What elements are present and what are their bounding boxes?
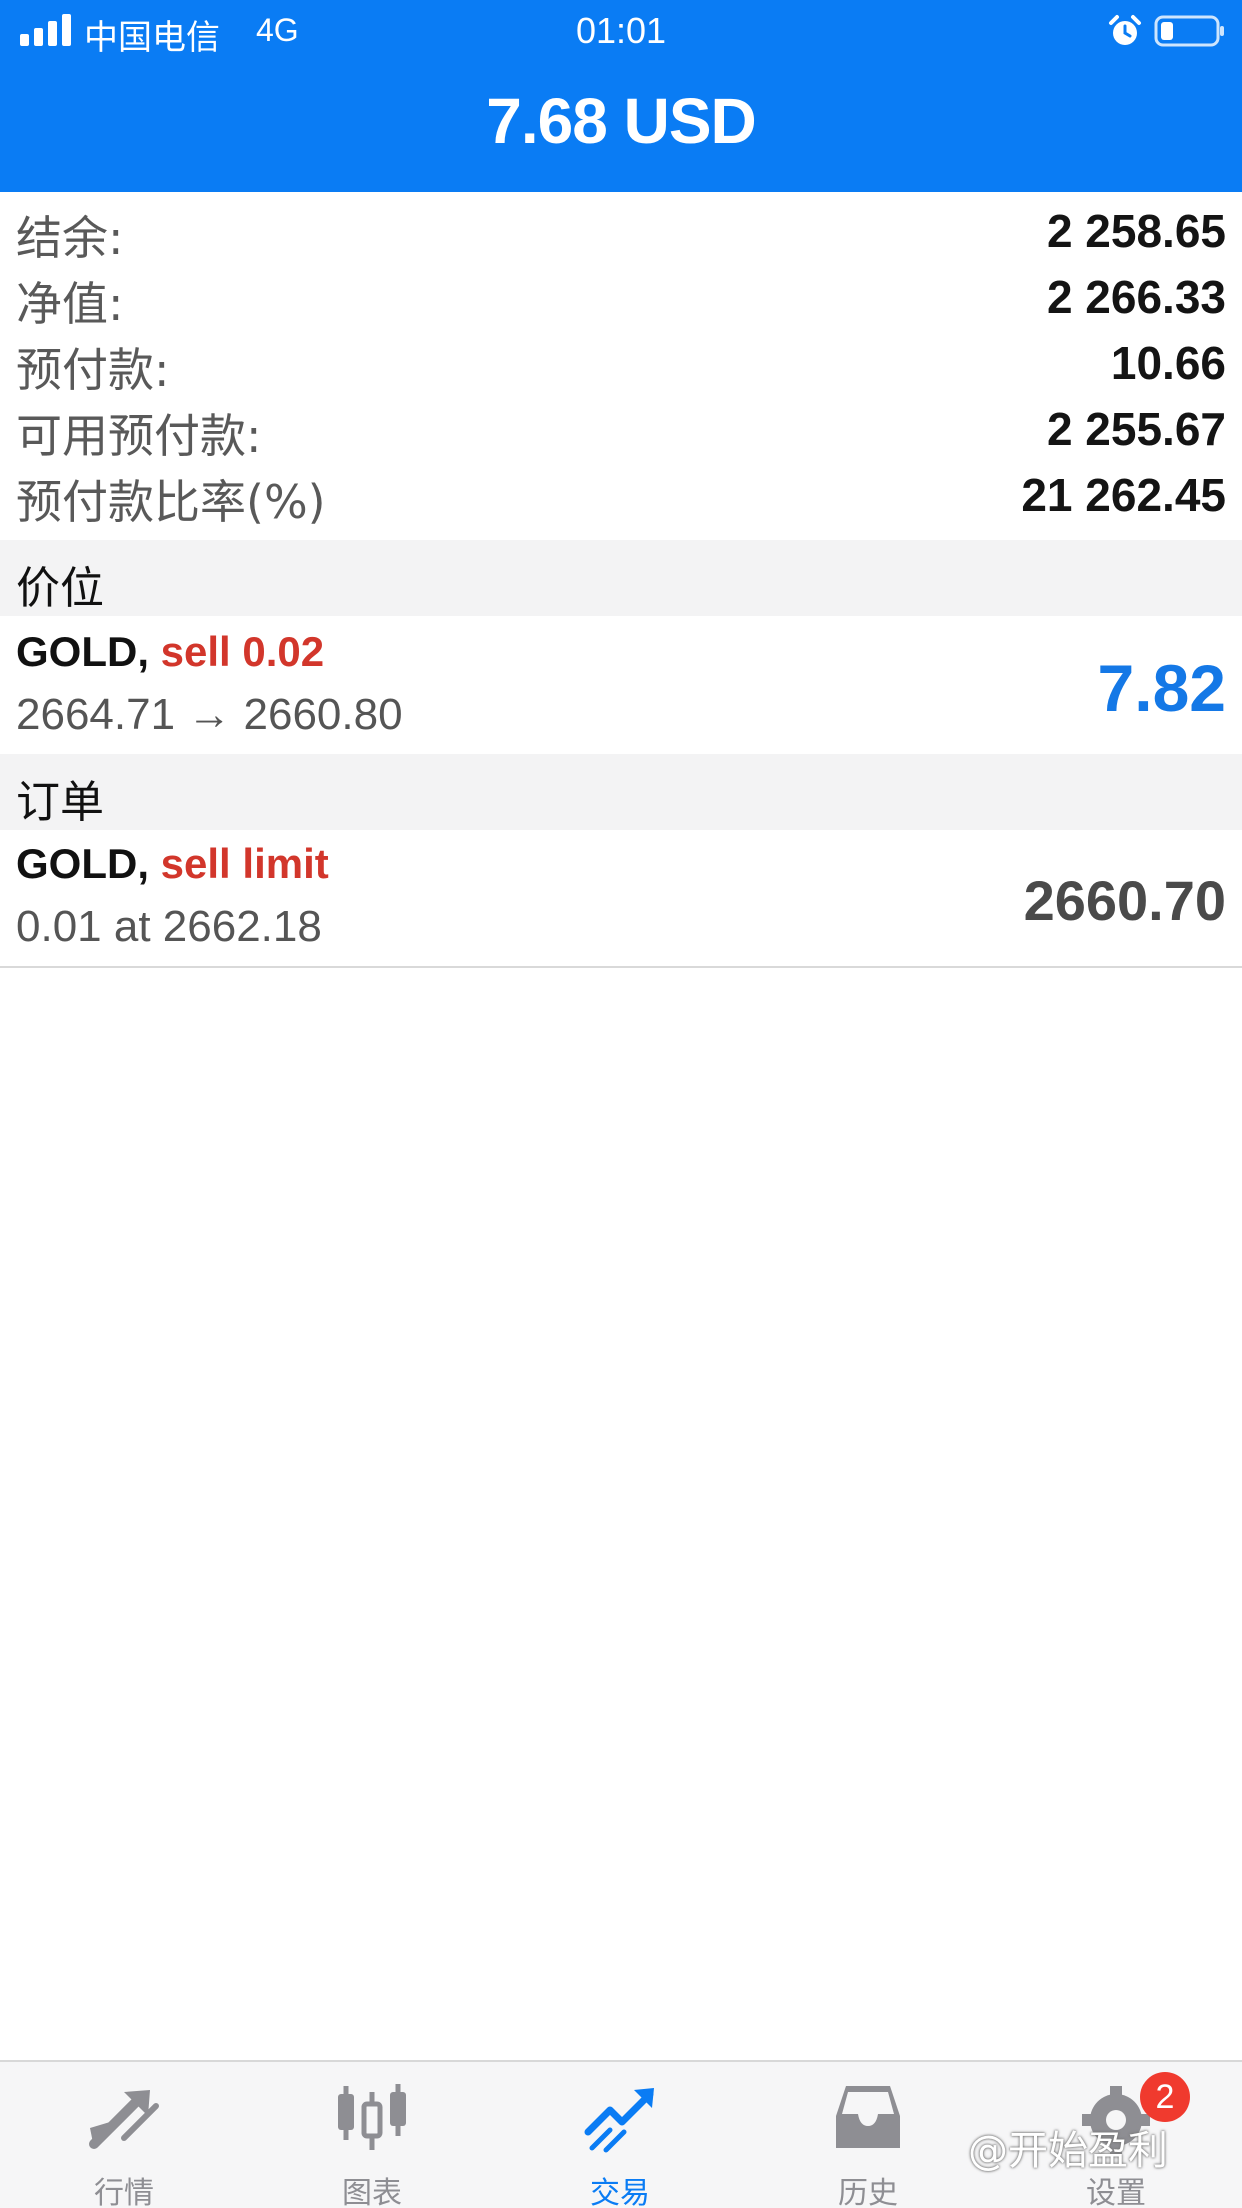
position-symbol-line: GOLD, sell 0.02 bbox=[16, 628, 324, 676]
tab-trade[interactable]: 交易 bbox=[496, 2062, 744, 2208]
summary-value: 21 262.45 bbox=[1021, 469, 1226, 521]
summary-value: 2 266.33 bbox=[1046, 271, 1226, 323]
summary-row-balance: 结余: 2 258.65 bbox=[0, 196, 1242, 265]
position-prices: 2664.71 → 2660.80 bbox=[16, 690, 403, 739]
status-bar: 中国电信 4G 01:01 bbox=[0, 0, 1242, 62]
battery-icon bbox=[1154, 15, 1224, 47]
summary-label: 预付款: bbox=[16, 343, 170, 397]
position-row[interactable]: GOLD, sell 0.02 2664.71 → 2660.80 7.82 bbox=[0, 618, 1242, 754]
order-row[interactable]: GOLD, sell limit 0.01 at 2662.18 2660.70 bbox=[0, 830, 1242, 966]
position-profit: 7.82 bbox=[1097, 651, 1226, 725]
account-summary: 结余: 2 258.65 净值: 2 266.33 预付款: 10.66 可用预… bbox=[0, 196, 1242, 529]
section-title: 价位 bbox=[16, 563, 104, 614]
summary-value: 10.66 bbox=[1110, 337, 1226, 389]
summary-label: 预付款比率(%) bbox=[16, 475, 326, 529]
summary-label: 净值: bbox=[16, 277, 124, 331]
tab-label: 行情 bbox=[94, 2176, 154, 2208]
alarm-clock-icon bbox=[1109, 15, 1141, 45]
watermark: @开始盈利 bbox=[968, 2128, 1168, 2174]
candlestick-chart-icon bbox=[338, 2084, 406, 2150]
summary-label: 结余: bbox=[16, 211, 124, 265]
trade-trend-icon bbox=[584, 2088, 654, 2153]
page-title: 7.68 USD bbox=[486, 85, 756, 157]
list-divider bbox=[0, 966, 1242, 968]
summary-row-margin: 预付款: 10.66 bbox=[0, 328, 1242, 397]
tab-history[interactable]: 历史 bbox=[744, 2062, 992, 2208]
orders-section-header: 订单 bbox=[0, 754, 1242, 830]
tab-label: 交易 bbox=[590, 2176, 650, 2208]
summary-label: 可用预付款: bbox=[16, 409, 262, 463]
status-time: 01:01 bbox=[575, 10, 667, 51]
position-side: sell 0.02 bbox=[160, 628, 325, 675]
position-symbol: GOLD, bbox=[16, 628, 149, 675]
trade-screen: 中国电信 4G 01:01 7.68 USD 结余: 2 258.65 净值: … bbox=[0, 0, 1242, 2208]
quotes-arrows-icon bbox=[89, 2090, 159, 2149]
tab-quotes[interactable]: 行情 bbox=[0, 2062, 248, 2208]
positions-section-header: 价位 bbox=[0, 540, 1242, 616]
summary-row-free-margin: 可用预付款: 2 255.67 bbox=[0, 394, 1242, 463]
order-symbol-line: GOLD, sell limit bbox=[16, 840, 329, 888]
section-title: 订单 bbox=[16, 777, 104, 828]
order-symbol: GOLD, bbox=[16, 840, 149, 887]
summary-value: 2 255.67 bbox=[1046, 403, 1226, 455]
summary-row-margin-level: 预付款比率(%) 21 262.45 bbox=[0, 460, 1242, 529]
order-side: sell limit bbox=[160, 840, 329, 887]
settings-notification-badge: 2 bbox=[1140, 2072, 1190, 2122]
order-detail: 0.01 at 2662.18 bbox=[16, 902, 322, 951]
order-price: 2660.70 bbox=[1023, 869, 1226, 932]
tab-charts[interactable]: 图表 bbox=[248, 2062, 496, 2208]
history-inbox-icon bbox=[836, 2086, 900, 2148]
summary-value: 2 258.65 bbox=[1046, 205, 1226, 257]
tab-label: 图表 bbox=[342, 2176, 402, 2208]
summary-row-equity: 净值: 2 266.33 bbox=[0, 262, 1242, 331]
top-bar: 中国电信 4G 01:01 7.68 USD bbox=[0, 0, 1242, 192]
tab-label: 历史 bbox=[838, 2176, 898, 2208]
